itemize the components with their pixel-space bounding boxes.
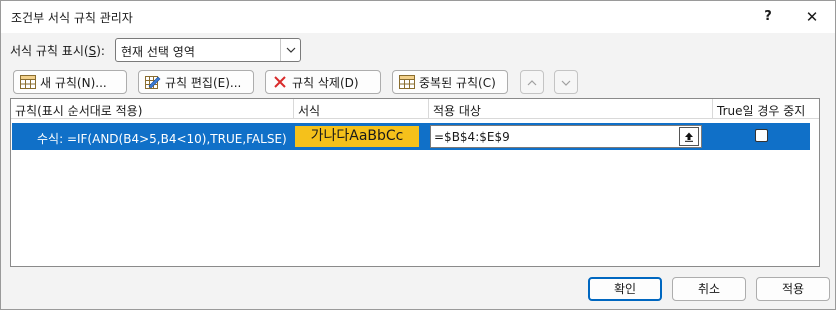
show-rules-label-suffix: ): xyxy=(96,44,105,58)
apply-button[interactable]: 적용 xyxy=(756,277,830,301)
show-rules-label: 서식 규칙 표시(S): xyxy=(10,42,105,59)
applies-to-value: =$B$4:$E$9 xyxy=(434,130,510,144)
duplicate-rule-button[interactable]: 중복된 규칙(C) xyxy=(392,70,508,94)
duplicate-grid-icon xyxy=(399,74,415,90)
cancel-button[interactable]: 취소 xyxy=(672,277,746,301)
collapse-dialog-button[interactable] xyxy=(679,127,699,146)
chevron-up-icon xyxy=(527,75,537,89)
help-button[interactable]: ? xyxy=(753,5,783,29)
duplicate-rule-label: 중복된 규칙(C) xyxy=(419,75,496,90)
new-rule-button[interactable]: 새 규칙(N)... xyxy=(13,70,127,94)
delete-rule-label: 규칙 삭제(D) xyxy=(292,75,359,90)
rules-table: 규칙(표시 순서대로 적용) 서식 적용 대상 True일 경우 중지 수식: … xyxy=(10,98,820,267)
edit-grid-icon xyxy=(145,74,161,90)
format-preview: 가나다AaBbCc xyxy=(295,126,419,147)
applies-to-input[interactable]: =$B$4:$E$9 xyxy=(430,125,702,148)
move-down-button[interactable] xyxy=(554,70,578,94)
up-arrow-icon xyxy=(685,132,693,142)
new-rule-label: 새 규칙(N)... xyxy=(40,75,107,90)
column-header-stop-if-true[interactable]: True일 경우 중지 xyxy=(713,99,819,119)
stop-if-true-checkbox[interactable] xyxy=(755,129,768,142)
conditional-format-rules-manager-dialog: 조건부 서식 규칙 관리자 ? ✕ 서식 규칙 표시(S): 현재 선택 영역 … xyxy=(0,0,836,310)
edit-rule-button[interactable]: 규칙 편집(E)... xyxy=(138,70,254,94)
delete-x-icon xyxy=(272,74,288,90)
move-up-button[interactable] xyxy=(520,70,544,94)
grid-icon xyxy=(20,74,36,90)
rule-description: 수식: =IF(AND(B4>5,B4<10),TRUE,FALSE) xyxy=(37,132,287,146)
column-header-applies-to[interactable]: 적용 대상 xyxy=(429,99,713,119)
column-header-rule[interactable]: 규칙(표시 순서대로 적용) xyxy=(11,99,294,119)
dialog-title: 조건부 서식 규칙 관리자 xyxy=(11,11,133,25)
column-header-format[interactable]: 서식 xyxy=(294,99,429,119)
show-rules-dropdown[interactable]: 현재 선택 영역 xyxy=(115,38,301,62)
table-row[interactable]: 수식: =IF(AND(B4>5,B4<10),TRUE,FALSE) 가나다A… xyxy=(12,123,810,150)
show-rules-selected-value: 현재 선택 영역 xyxy=(121,45,195,59)
close-button[interactable]: ✕ xyxy=(797,5,827,29)
chevron-down-icon xyxy=(561,75,571,89)
ok-button[interactable]: 확인 xyxy=(588,277,662,301)
edit-rule-label: 규칙 편집(E)... xyxy=(165,75,242,90)
delete-rule-button[interactable]: 규칙 삭제(D) xyxy=(265,70,381,94)
show-rules-label-prefix: 서식 규칙 표시( xyxy=(10,44,89,58)
title-bar: 조건부 서식 규칙 관리자 ? ✕ xyxy=(1,1,835,33)
chevron-down-icon[interactable] xyxy=(280,39,300,61)
